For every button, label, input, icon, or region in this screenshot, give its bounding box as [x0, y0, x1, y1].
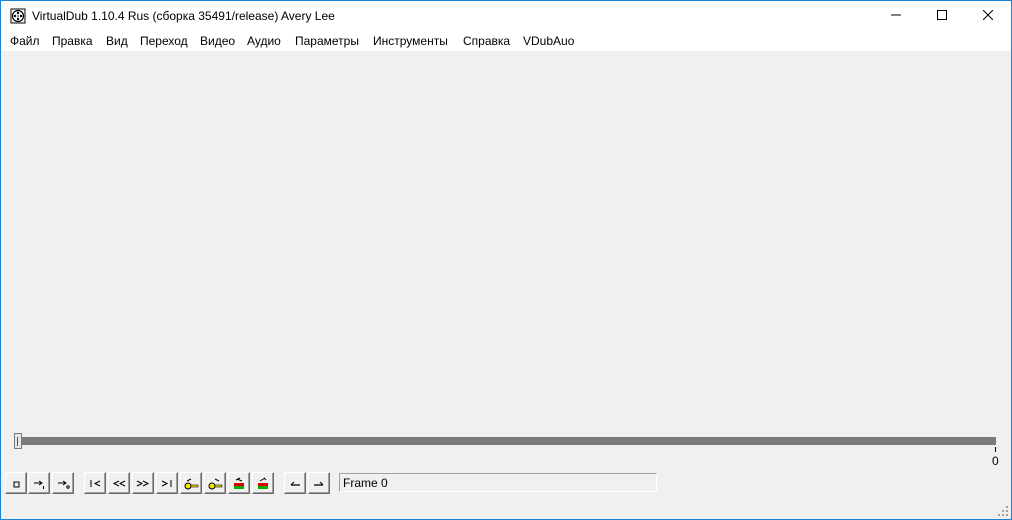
next-keyframe-button[interactable] — [204, 472, 226, 494]
minimize-icon — [891, 9, 901, 23]
play-output-button[interactable] — [52, 472, 74, 494]
play-input-button[interactable] — [28, 472, 50, 494]
title-bar[interactable]: VirtualDub 1.10.4 Rus (сборка 35491/rele… — [1, 1, 1011, 31]
mark-out-button[interactable] — [308, 472, 330, 494]
step-back-button[interactable] — [108, 472, 130, 494]
timeline-track[interactable] — [17, 437, 996, 445]
resize-grip-icon[interactable] — [997, 505, 1009, 517]
menu-video[interactable]: Видео — [200, 34, 235, 48]
menu-tools[interactable]: Инструменты — [373, 34, 448, 48]
main-window: VirtualDub 1.10.4 Rus (сборка 35491/rele… — [0, 0, 1012, 520]
close-icon — [982, 9, 994, 23]
timeline-end-label: 0 — [992, 454, 999, 468]
menu-audio[interactable]: Аудио — [247, 34, 281, 48]
go-start-button[interactable] — [84, 472, 106, 494]
maximize-icon — [937, 9, 947, 23]
prev-keyframe-button[interactable] — [180, 472, 202, 494]
menu-go[interactable]: Переход — [140, 34, 188, 48]
menu-file[interactable]: Файл — [10, 34, 40, 48]
menu-bar: Файл Правка Вид Переход Видео Аудио Пара… — [1, 31, 1011, 51]
menu-view[interactable]: Вид — [106, 34, 128, 48]
maximize-button[interactable] — [919, 1, 965, 31]
timeline-slider-thumb[interactable] — [14, 433, 22, 449]
menu-help[interactable]: Справка — [463, 34, 510, 48]
prev-scene-button[interactable] — [228, 472, 250, 494]
menu-edit[interactable]: Правка — [52, 34, 93, 48]
stop-button[interactable] — [5, 472, 27, 494]
virtualdub-reel-icon[interactable] — [10, 8, 26, 24]
step-forward-button[interactable] — [132, 472, 154, 494]
mark-in-button[interactable] — [284, 472, 306, 494]
go-end-button[interactable] — [156, 472, 178, 494]
frame-status-field[interactable]: Frame 0 — [339, 473, 657, 492]
next-scene-button[interactable] — [252, 472, 274, 494]
menu-options[interactable]: Параметры — [295, 34, 359, 48]
menu-vdubauo[interactable]: VDubAuo — [523, 34, 574, 48]
thumb-grip-line — [17, 437, 20, 446]
close-button[interactable] — [965, 1, 1011, 31]
window-title: VirtualDub 1.10.4 Rus (сборка 35491/rele… — [32, 9, 335, 23]
minimize-button[interactable] — [873, 1, 919, 31]
timeline-end-tick — [995, 447, 996, 452]
video-pane-area — [1, 51, 1011, 435]
